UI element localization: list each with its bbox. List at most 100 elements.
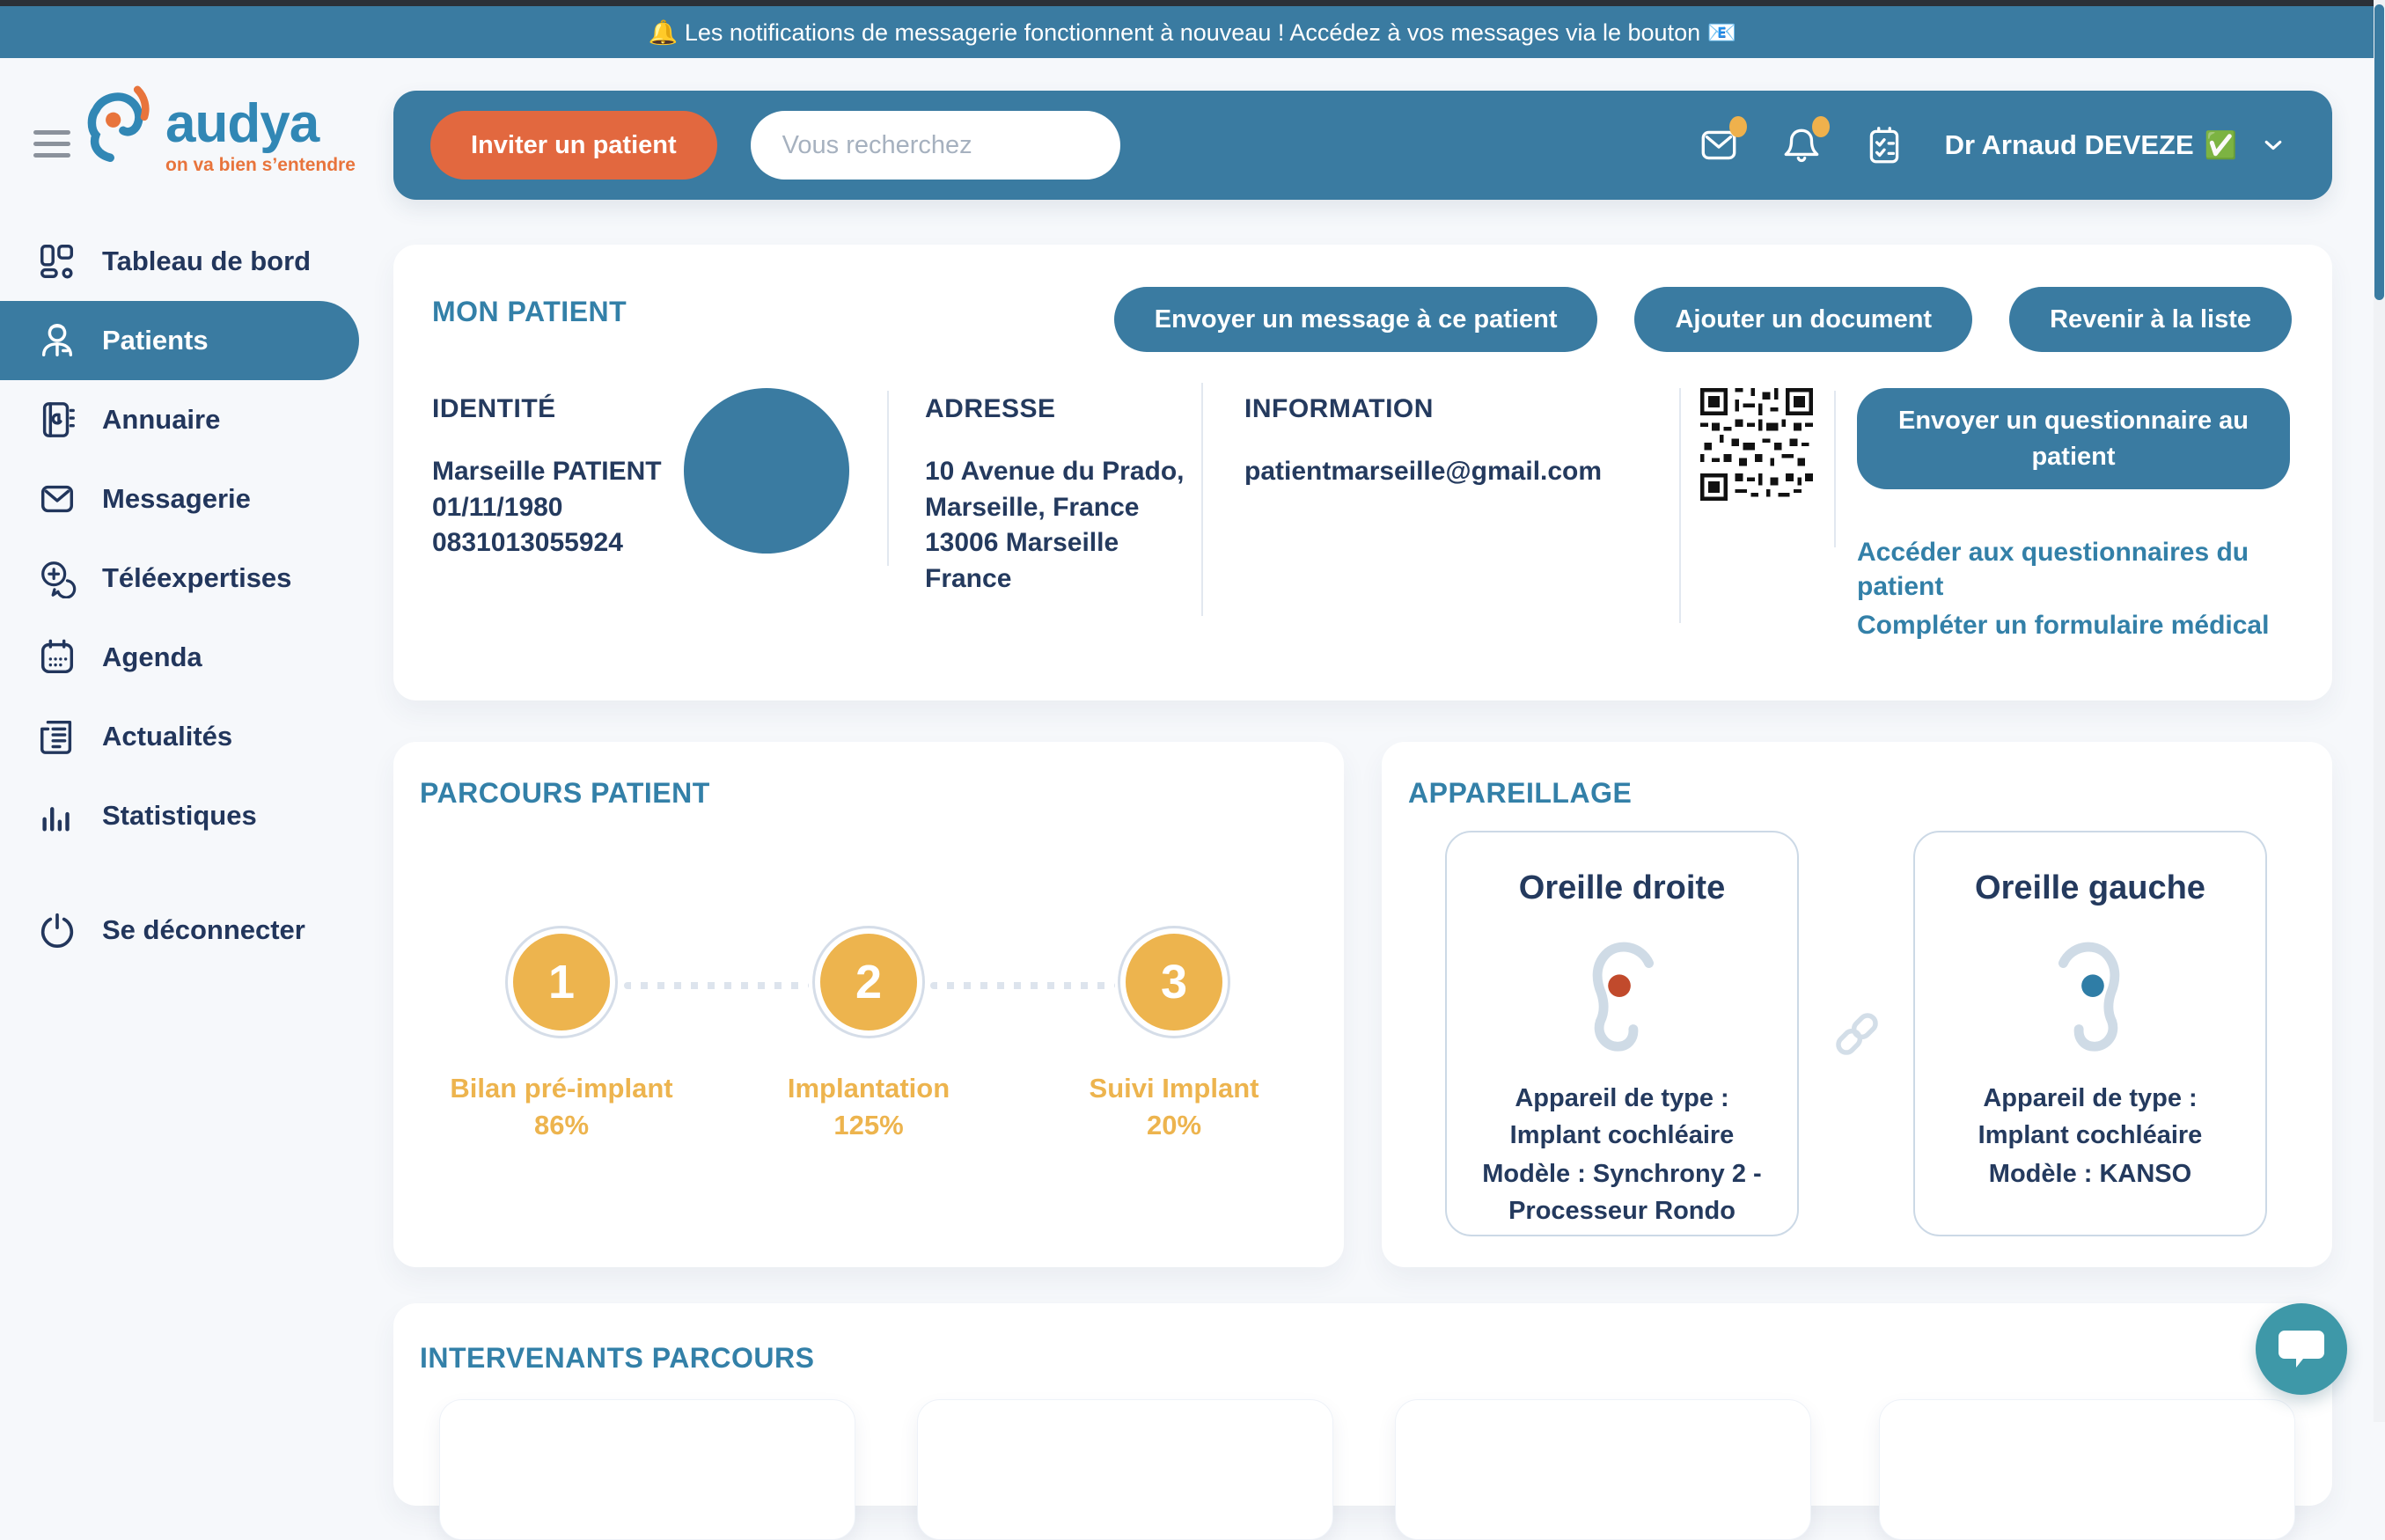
sidebar-item-label: Patients xyxy=(102,325,209,356)
sidebar-item-label: Messagerie xyxy=(102,483,251,515)
invite-patient-button[interactable]: Inviter un patient xyxy=(430,111,717,180)
address-country: France xyxy=(925,561,1189,598)
right-ear-card: Oreille droite Appareil de type : Implan… xyxy=(1445,831,1799,1236)
stats-icon xyxy=(37,796,77,836)
notification-dot xyxy=(1729,116,1747,137)
patient-questionnaires-link[interactable]: Accéder aux questionnaires du patient xyxy=(1857,535,2332,604)
sidebar-item-label: Téléexpertises xyxy=(102,562,291,594)
send-questionnaire-button[interactable]: Envoyer un questionnaire au patient xyxy=(1857,388,2290,489)
sidebar-item-label: Actualités xyxy=(102,721,232,752)
intervenant-card-stub[interactable] xyxy=(439,1399,855,1540)
messages-button[interactable] xyxy=(1697,123,1741,167)
divider xyxy=(887,391,889,566)
divider xyxy=(1201,383,1203,616)
calendar-icon xyxy=(37,637,77,678)
step-percent: 86% xyxy=(534,1110,589,1141)
notifications-button[interactable] xyxy=(1780,123,1824,167)
left-ear-model: Modèle : KANSO xyxy=(1945,1155,2235,1192)
ear-logo-icon xyxy=(84,81,160,177)
notification-dot xyxy=(1812,116,1830,137)
sidebar-item-tableau-de-bord[interactable]: Tableau de bord xyxy=(0,222,378,301)
step-percent: 125% xyxy=(833,1110,903,1141)
chat-fab-button[interactable] xyxy=(2256,1303,2347,1395)
patient-id-number: 0831013055924 xyxy=(432,525,696,561)
medical-form-link[interactable]: Compléter un formulaire médical xyxy=(1857,608,2332,642)
user-menu[interactable]: Dr Arnaud DEVEZE ✅ xyxy=(1945,129,2288,161)
step-number-badge: 1 xyxy=(508,928,615,1036)
hamburger-menu-icon[interactable] xyxy=(33,130,70,160)
intervenants-card: INTERVENANTS PARCOURS xyxy=(393,1303,2332,1506)
sidebar-item-annuaire[interactable]: Annuaire xyxy=(0,380,378,459)
back-to-list-button[interactable]: Revenir à la liste xyxy=(2009,287,2292,352)
patient-birth-date: 01/11/1980 xyxy=(432,490,696,526)
window-edge xyxy=(0,0,2385,6)
patient-card: MON PATIENT Envoyer un message à ce pati… xyxy=(393,245,2332,700)
logo-tagline: on va bien s’entendre xyxy=(165,155,356,176)
news-icon xyxy=(37,716,77,757)
sidebar-item-label: Agenda xyxy=(102,642,202,673)
sidebar-item-agenda[interactable]: Agenda xyxy=(0,618,378,697)
address-street: 10 Avenue du Prado, Marseille, France xyxy=(925,454,1189,525)
identity-label: IDENTITÉ xyxy=(432,394,556,424)
patient-card-title: MON PATIENT xyxy=(432,296,627,328)
step-label: Bilan pré-implant xyxy=(450,1073,672,1104)
left-ear-title: Oreille gauche xyxy=(1975,869,2205,907)
appareillage-title: APPAREILLAGE xyxy=(1408,777,1632,810)
scrollbar-track xyxy=(2374,0,2385,1422)
sidebar-item-messagerie[interactable]: Messagerie xyxy=(0,459,378,539)
patients-icon xyxy=(37,320,77,361)
identity-values: Marseille PATIENT 01/11/1980 08310130559… xyxy=(432,454,696,561)
tasks-button[interactable] xyxy=(1862,123,1906,167)
search-input[interactable] xyxy=(751,111,1120,180)
sidebar-item-label: Statistiques xyxy=(102,800,257,832)
right-ear-type: Appareil de type : Implant cochléaire xyxy=(1477,1080,1767,1154)
parcours-step-1: 1 Bilan pré-implant 86% xyxy=(412,928,711,1141)
qr-code xyxy=(1700,388,1813,501)
app-logo[interactable]: audya on va bien s’entendre xyxy=(84,81,356,177)
sidebar-item-label: Annuaire xyxy=(102,404,220,436)
step-number-badge: 3 xyxy=(1120,928,1228,1036)
sidebar-item-label: Se déconnecter xyxy=(102,914,305,946)
address-label: ADRESSE xyxy=(925,394,1056,424)
teleexpertise-icon xyxy=(37,558,77,598)
tasks-icon xyxy=(1862,123,1906,167)
power-icon xyxy=(37,910,77,950)
right-ear-model: Modèle : Synchrony 2 - Processeur Rondo xyxy=(1477,1155,1767,1229)
patient-name: Marseille PATIENT xyxy=(432,454,696,490)
dashboard-icon xyxy=(37,241,77,282)
directory-icon xyxy=(37,400,77,440)
add-document-button[interactable]: Ajouter un document xyxy=(1634,287,1972,352)
intervenant-card-stub[interactable] xyxy=(1395,1399,1811,1540)
parcours-patient-card: PARCOURS PATIENT 1 Bilan pré-implant 86%… xyxy=(393,742,1344,1267)
divider xyxy=(1834,391,1836,547)
step-percent: 20% xyxy=(1147,1110,1201,1141)
sidebar-item-teleexpertises[interactable]: Téléexpertises xyxy=(0,539,378,618)
banner-text: 🔔 Les notifications de messagerie foncti… xyxy=(649,18,1736,47)
topbar: Inviter un patient Dr Arnaud DEVEZE ✅ xyxy=(393,91,2332,200)
avatar xyxy=(684,388,849,554)
link-icon xyxy=(1829,1006,1885,1062)
left-ear-card: Oreille gauche Appareil de type : Implan… xyxy=(1913,831,2267,1236)
intervenants-title: INTERVENANTS PARCOURS xyxy=(420,1342,814,1375)
appareillage-card: APPAREILLAGE Oreille droite Appareil de … xyxy=(1382,742,2332,1267)
intervenant-card-stub[interactable] xyxy=(917,1399,1333,1540)
address-postal-city: 13006 Marseille xyxy=(925,525,1189,561)
parcours-step-3: 3 Suivi Implant 20% xyxy=(1024,928,1324,1141)
scrollbar-thumb[interactable] xyxy=(2374,4,2384,300)
sidebar-item-logout[interactable]: Se déconnecter xyxy=(0,891,378,970)
sidebar-item-patients[interactable]: Patients xyxy=(0,301,359,380)
sidebar-item-label: Tableau de bord xyxy=(102,246,311,277)
right-ear-title: Oreille droite xyxy=(1519,869,1725,907)
logo-name: audya xyxy=(165,97,356,151)
patient-email: patientmarseille@gmail.com xyxy=(1244,454,1658,490)
sidebar-item-actualites[interactable]: Actualités xyxy=(0,697,378,776)
step-number-badge: 2 xyxy=(815,928,922,1036)
address-values: 10 Avenue du Prado, Marseille, France 13… xyxy=(925,454,1189,597)
sidebar-nav: Tableau de bord Patients Annuaire Messag… xyxy=(0,222,378,970)
intervenant-card-stub[interactable] xyxy=(1879,1399,2295,1540)
step-label: Suivi Implant xyxy=(1090,1073,1259,1104)
send-message-button[interactable]: Envoyer un message à ce patient xyxy=(1114,287,1598,352)
chevron-down-icon xyxy=(2258,130,2288,160)
parcours-step-2: 2 Implantation 125% xyxy=(719,928,1018,1141)
sidebar-item-statistiques[interactable]: Statistiques xyxy=(0,776,378,855)
